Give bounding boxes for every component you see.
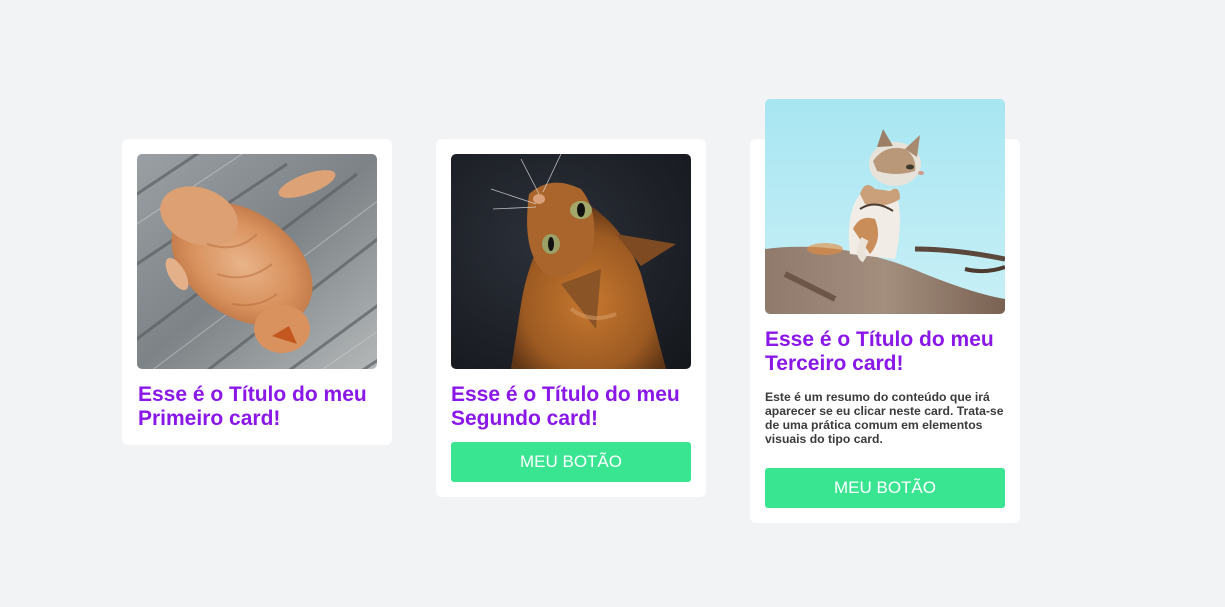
card-1[interactable]: Esse é o Título do meu Primeiro card! xyxy=(122,139,392,445)
card-1-image xyxy=(137,154,377,369)
card-3-image xyxy=(765,99,1005,314)
card-3-summary: Este é um resumo do conteúdo que irá apa… xyxy=(765,390,1004,446)
card-1-title: Esse é o Título do meu Primeiro card! xyxy=(138,383,367,430)
card-3-title: Esse é o Título do meu Terceiro card! xyxy=(765,328,994,375)
card-3[interactable]: Esse é o Título do meu Terceiro card! Es… xyxy=(750,99,1020,523)
card-2-image xyxy=(451,154,691,369)
card-2-title: Esse é o Título do meu Segundo card! xyxy=(451,383,680,430)
card-2-button[interactable]: MEU BOTÃO xyxy=(451,442,691,482)
card-2[interactable]: Esse é o Título do meu Segundo card! MEU… xyxy=(436,139,706,497)
card-3-button[interactable]: MEU BOTÃO xyxy=(765,468,1005,508)
